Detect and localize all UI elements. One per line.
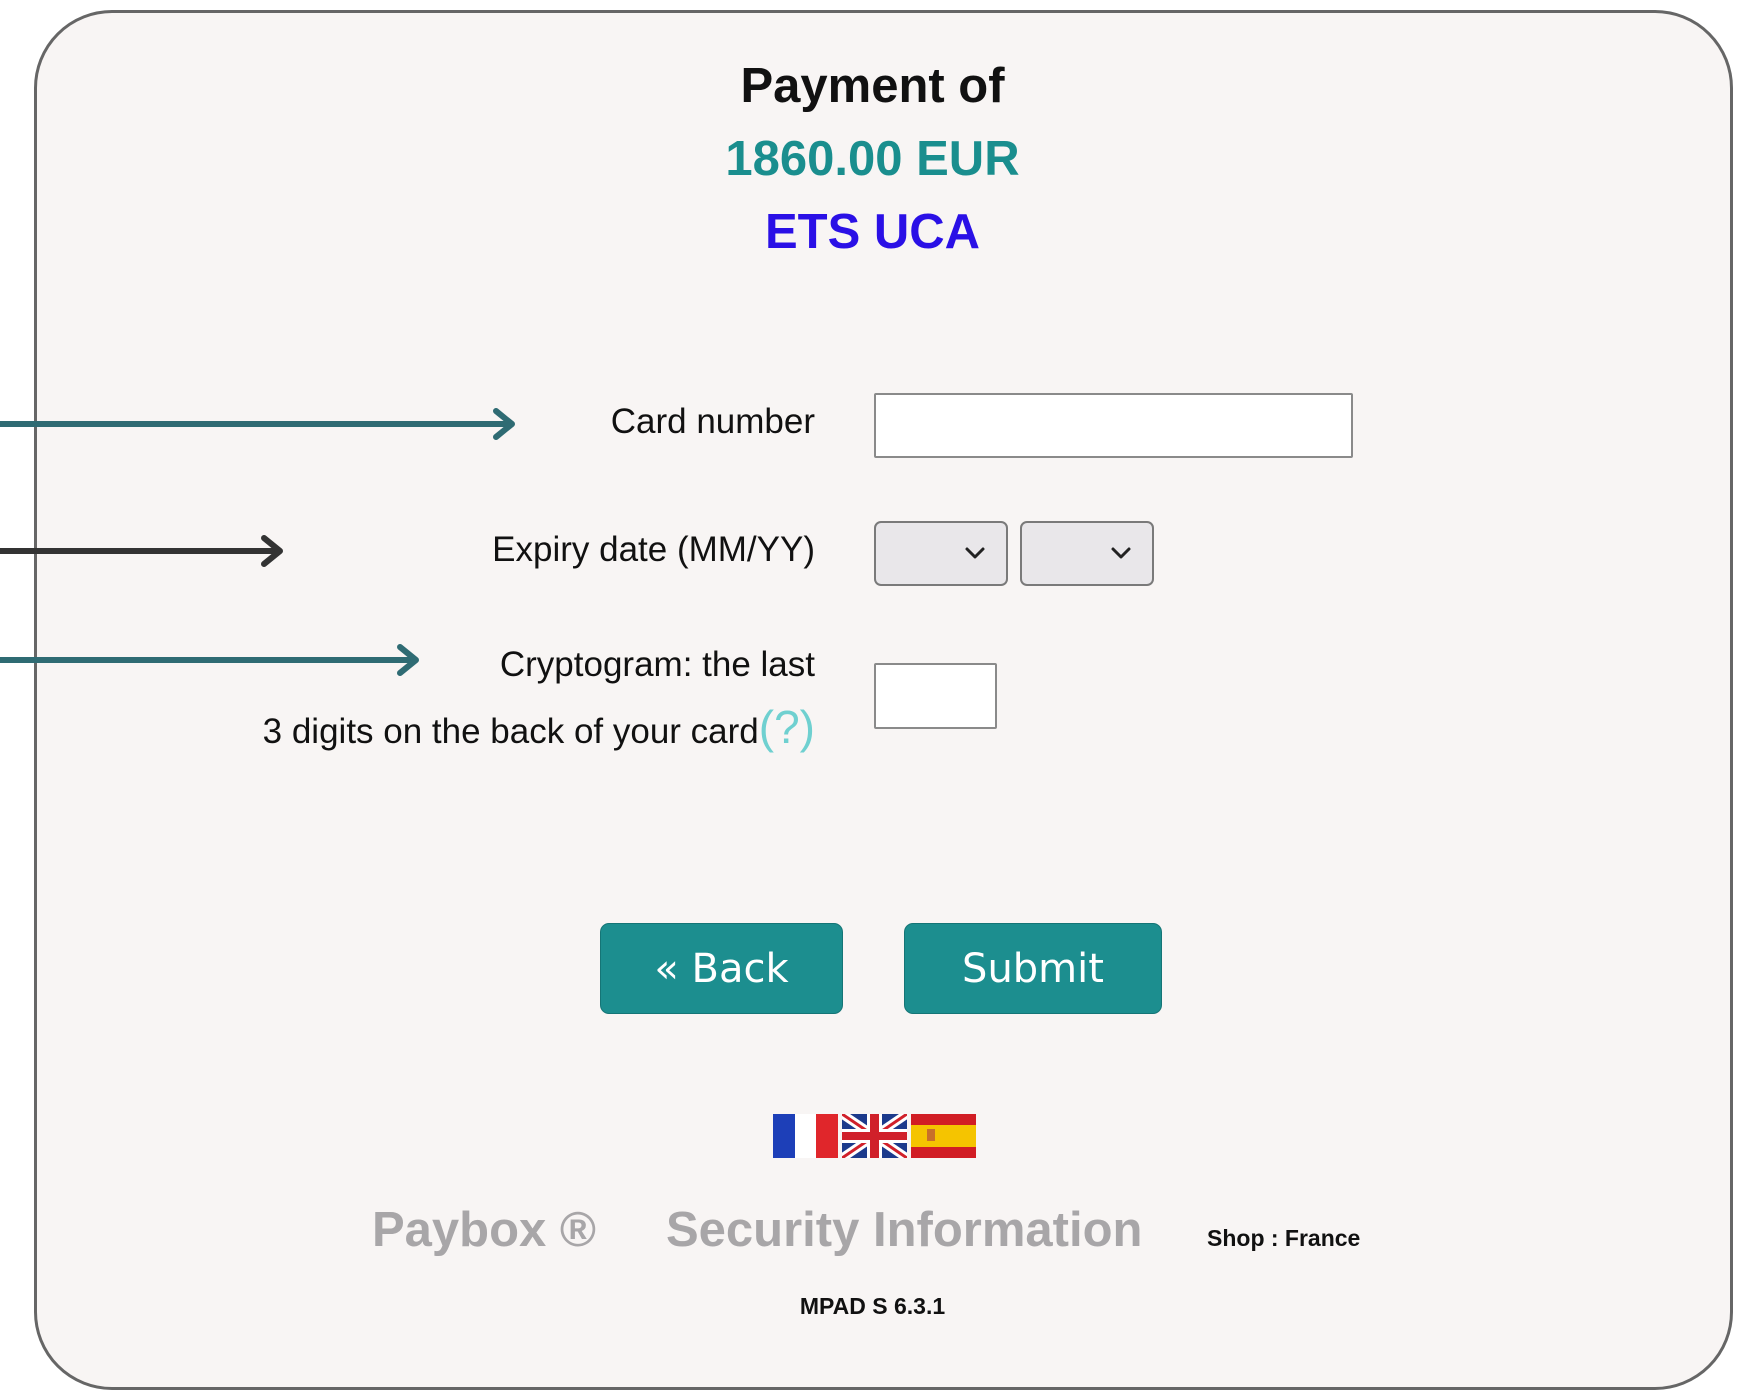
shop-label: Shop : France <box>1207 1225 1361 1251</box>
expiry-date-label: Expiry date (MM/YY) <box>492 530 815 569</box>
payment-title: Payment of <box>740 59 1005 113</box>
flag-uk-icon[interactable] <box>842 1114 907 1158</box>
chevron-down-icon <box>1110 545 1132 566</box>
cryptogram-label-line1: Cryptogram: the last <box>499 645 815 684</box>
payment-amount: 1860.00 EUR <box>725 132 1020 186</box>
version-label: MPAD S 6.3.1 <box>799 1293 946 1319</box>
back-button[interactable]: « Back <box>600 923 843 1014</box>
security-information-link[interactable]: Security Information <box>666 1202 1142 1258</box>
merchant-name: ETS UCA <box>764 205 981 259</box>
card-number-input[interactable] <box>874 393 1353 458</box>
chevron-down-icon <box>964 545 986 566</box>
expiry-year-select[interactable] <box>1020 521 1154 586</box>
submit-button[interactable]: Submit <box>904 923 1162 1014</box>
flag-spain-icon[interactable] <box>911 1114 976 1158</box>
paybox-link[interactable]: Paybox ® <box>372 1202 596 1258</box>
flag-france-icon[interactable] <box>773 1114 838 1158</box>
cryptogram-label-text: 3 digits on the back of your card <box>262 712 759 751</box>
cryptogram-help-link[interactable]: (?) <box>759 701 815 753</box>
cryptogram-input[interactable] <box>874 663 997 729</box>
expiry-month-select[interactable] <box>874 521 1008 586</box>
language-selector <box>773 1114 976 1158</box>
cryptogram-label-line2: 3 digits on the back of your card(?) <box>263 700 815 754</box>
card-number-label: Card number <box>610 402 815 441</box>
